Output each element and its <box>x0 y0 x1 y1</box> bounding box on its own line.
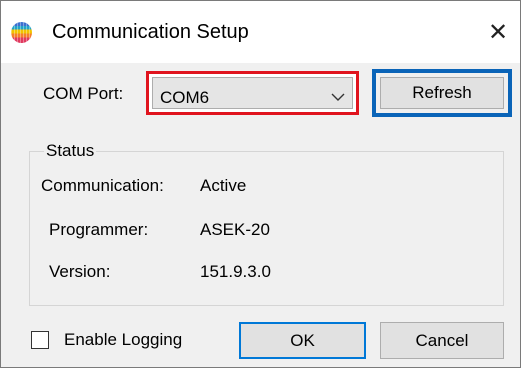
com-port-select[interactable]: COM6 <box>146 71 359 115</box>
version-value: 151.9.3.0 <box>200 262 271 281</box>
app-icon <box>11 22 32 43</box>
communication-value: Active <box>200 176 247 195</box>
programmer-value: ASEK-20 <box>200 220 270 239</box>
com-port-label: COM Port: <box>43 84 124 103</box>
close-button[interactable]: ✕ <box>481 15 515 49</box>
com-port-selected-value: COM6 <box>160 88 210 107</box>
chevron-down-icon <box>331 93 345 101</box>
ok-button[interactable]: OK <box>239 322 366 359</box>
communication-label: Communication: <box>41 176 164 195</box>
version-label: Version: <box>49 262 111 281</box>
cancel-button[interactable]: Cancel <box>380 322 504 359</box>
refresh-button-focus-ring: Refresh <box>372 69 512 117</box>
programmer-label: Programmer: <box>49 220 149 239</box>
enable-logging-checkbox[interactable] <box>31 331 49 349</box>
status-group-title: Status <box>44 141 97 161</box>
refresh-button[interactable]: Refresh <box>380 77 504 109</box>
window-title: Communication Setup <box>52 21 249 43</box>
title-bar: Communication Setup ✕ <box>1 1 520 63</box>
close-icon: ✕ <box>487 18 509 46</box>
communication-setup-dialog: Communication Setup ✕ COM Port: COM6 Ref… <box>0 0 521 368</box>
enable-logging-label[interactable]: Enable Logging <box>64 330 182 350</box>
